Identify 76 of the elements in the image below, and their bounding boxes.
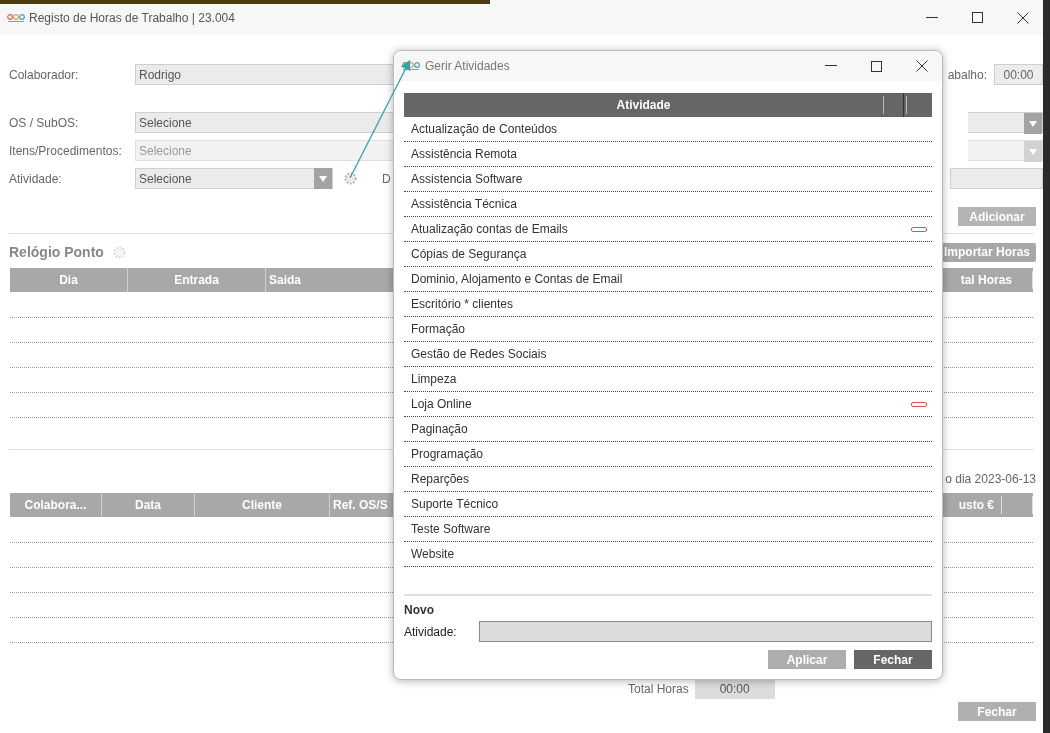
field-label: OS / SubOS: (8, 114, 80, 132)
input-field[interactable] (950, 168, 1043, 189)
list-row[interactable]: Dominio, Alojamento e Contas de Email (404, 267, 932, 292)
minimize-icon[interactable] (825, 65, 837, 67)
list-row[interactable]: Programação (404, 442, 932, 467)
app-logo-icon (7, 12, 25, 23)
section-title: Novo (404, 602, 435, 619)
field-value: Selecione (138, 170, 193, 188)
dropdown[interactable]: Selecione (135, 112, 393, 133)
list-row[interactable]: Limpeza (404, 367, 932, 392)
list-row[interactable]: Escritório * clientes (404, 292, 932, 317)
maximize-icon[interactable] (871, 60, 882, 72)
field-value: Rodrigo (138, 66, 182, 84)
list-row[interactable]: Website (404, 542, 932, 567)
field-label: D (382, 170, 391, 188)
list-row[interactable]: Atualização contas de Emails (404, 217, 932, 242)
field-label: Atividade: (8, 170, 63, 188)
section-title: Relógio Ponto (8, 242, 104, 262)
activity-label: Gestão de Redes Sociais (410, 346, 548, 363)
total-label: Total Horas (628, 681, 689, 698)
total-field: 00:00 (694, 679, 775, 699)
field-label: Atividade: (404, 623, 458, 641)
remove-icon[interactable] (911, 401, 927, 407)
list-row[interactable]: Teste Software (404, 517, 932, 542)
list-row[interactable]: Formação (404, 317, 932, 342)
column-header[interactable]: Atividade (404, 96, 883, 114)
window-title: Registo de Horas de Trabalho | 23.004 (29, 9, 235, 27)
dropdown[interactable]: Selecione (135, 168, 333, 189)
input-field[interactable]: Rodrigo (135, 64, 393, 85)
dialog-button[interactable]: Fechar (854, 650, 932, 669)
activity-label: Teste Software (410, 521, 492, 538)
activity-label: Programação (410, 446, 485, 463)
app-logo-icon (402, 61, 420, 71)
dropdown-end[interactable] (968, 140, 1043, 161)
activity-label: Assistência Técnica (410, 196, 518, 213)
close-icon[interactable] (916, 60, 928, 72)
minimize-icon[interactable] (926, 16, 938, 19)
activity-label: Suporte Técnico (410, 496, 500, 513)
dialog-title: Gerir Atividades (425, 58, 510, 75)
list-row[interactable]: Reparções (404, 467, 932, 492)
activity-label: Formação (410, 321, 467, 338)
activity-label: Paginação (410, 421, 469, 438)
dropdown-end[interactable] (968, 112, 1043, 133)
activity-label: Assistencia Software (410, 171, 524, 188)
activity-label: Dominio, Alojamento e Contas de Email (410, 271, 624, 288)
list-row[interactable]: Cópias de Segurança (404, 242, 932, 267)
field-label: Colaborador: (8, 66, 80, 84)
activity-label: Atualização contas de Emails (410, 221, 569, 238)
list-row[interactable]: Actualização de Conteúdos (404, 117, 932, 142)
activity-label: Actualização de Conteúdos (410, 121, 559, 138)
list-row[interactable]: Assistencia Software (404, 167, 932, 192)
list-row[interactable]: Loja Online (404, 392, 932, 417)
activity-label: Escritório * clientes (410, 296, 515, 313)
list-row[interactable]: Paginação (404, 417, 932, 442)
activity-label: Limpeza (410, 371, 458, 388)
list-row[interactable]: Assistência Remota (404, 142, 932, 167)
activity-label: Reparções (410, 471, 471, 488)
field-label: abalho: (947, 66, 987, 84)
gear-icon[interactable] (343, 171, 358, 186)
maximize-icon[interactable] (972, 12, 983, 23)
activity-label: Cópias de Segurança (410, 246, 528, 263)
list-row[interactable]: Suporte Técnico (404, 492, 932, 517)
field-label: Itens/Procedimentos: (8, 142, 123, 160)
input-field[interactable] (479, 621, 932, 642)
remove-icon[interactable] (911, 226, 927, 232)
field-value: Selecione (138, 114, 192, 132)
gear-icon[interactable] (111, 244, 127, 260)
activity-label: Website (410, 546, 456, 563)
activity-label: Assistência Remota (410, 146, 519, 163)
field-value: Selecione (138, 142, 192, 160)
date-caption: o dia 2023-06-13 (945, 471, 1036, 484)
list-row[interactable]: Assistência Técnica (404, 192, 932, 217)
list-row[interactable]: Gestão de Redes Sociais (404, 342, 932, 367)
time-field[interactable]: 00:00 (994, 64, 1043, 85)
activity-label: Loja Online (410, 396, 473, 413)
close-icon[interactable] (1017, 11, 1029, 24)
